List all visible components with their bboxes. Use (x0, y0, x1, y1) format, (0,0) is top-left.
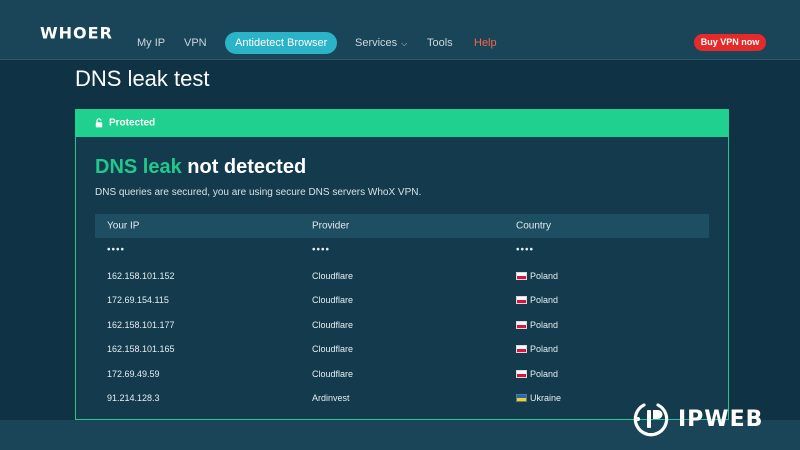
cell-ip: 162.158.101.177 (107, 320, 175, 330)
cell-provider: Cloudflare (312, 320, 354, 330)
poland-flag-icon (516, 321, 527, 329)
result-description: DNS queries are secured, you are using s… (95, 187, 422, 198)
headline-highlight: DNS leak (95, 156, 182, 178)
table-row-masked: •••• •••• •••• (95, 238, 709, 262)
table-row: 172.69.49.59 Cloudflare Poland (95, 362, 709, 386)
nav-my-ip[interactable]: My IP (137, 37, 165, 49)
cell-ip: 172.69.154.115 (107, 295, 169, 305)
table-row: 162.158.101.165 Cloudflare Poland (95, 337, 709, 361)
table-row: 162.158.101.177 Cloudflare Poland (95, 313, 709, 337)
cell-country: Ukraine (516, 393, 561, 403)
country-label: Poland (530, 369, 559, 379)
masked-ip: •••• (107, 244, 126, 256)
ipweb-watermark: IPWEB (630, 398, 763, 440)
poland-flag-icon (516, 345, 527, 353)
nav-help[interactable]: Help (474, 37, 497, 49)
masked-country: •••• (516, 244, 535, 256)
cell-country: Poland (516, 369, 558, 379)
headline-rest: not detected (181, 156, 307, 178)
nav-antidetect-browser[interactable]: Antidetect Browser (225, 32, 338, 54)
country-label: Ukraine (530, 393, 562, 403)
watermark-text: IPWEB (678, 406, 764, 432)
table-header: Your IP Provider Country (95, 214, 709, 238)
buy-vpn-button[interactable]: Buy VPN now (694, 34, 766, 51)
poland-flag-icon (516, 370, 527, 378)
cell-provider: Cloudflare (312, 295, 354, 305)
result-headline: DNS leak not detected (95, 156, 306, 179)
ipweb-logo-icon (633, 403, 669, 437)
cell-ip: 162.158.101.152 (107, 271, 175, 281)
country-label: Poland (530, 344, 559, 354)
poland-flag-icon (516, 272, 527, 280)
nav-services-label: Services (355, 37, 398, 49)
cell-country: Poland (516, 344, 558, 354)
country-label: Poland (530, 271, 559, 281)
table-row: 172.69.154.115 Cloudflare Poland (95, 288, 709, 312)
table-row: 91.214.128.3 Ardinvest Ukraine (95, 386, 709, 410)
cell-country: Poland (516, 271, 558, 281)
chevron-down-icon: ⌵ (401, 39, 408, 48)
lock-icon (95, 118, 103, 128)
top-nav-bar: WHOER My IP VPN Antidetect Browser Servi… (0, 0, 800, 60)
poland-flag-icon (516, 296, 527, 304)
ukraine-flag-icon (516, 394, 527, 402)
status-bar: Protected (75, 109, 729, 137)
masked-provider: •••• (312, 244, 331, 256)
column-header-provider: Provider (312, 220, 350, 232)
nav-tools[interactable]: Tools (427, 37, 453, 49)
country-label: Poland (530, 295, 559, 305)
cell-provider: Cloudflare (312, 271, 354, 281)
cell-ip: 91.214.128.3 (107, 393, 160, 403)
cell-provider: Ardinvest (312, 393, 350, 403)
column-header-country: Country (516, 220, 552, 232)
country-label: Poland (530, 320, 559, 330)
table-row: 162.158.101.152 Cloudflare Poland (95, 264, 709, 288)
status-label: Protected (109, 117, 156, 129)
nav-vpn[interactable]: VPN (184, 37, 207, 49)
cell-country: Poland (516, 295, 558, 305)
cell-provider: Cloudflare (312, 344, 354, 354)
column-header-ip: Your IP (107, 220, 140, 232)
nav-services[interactable]: Services ⌵ (355, 37, 407, 49)
cell-provider: Cloudflare (312, 369, 354, 379)
cell-ip: 172.69.49.59 (107, 369, 160, 379)
page-title: DNS leak test (75, 66, 210, 91)
whoer-logo[interactable]: WHOER (40, 24, 113, 43)
cell-ip: 162.158.101.165 (107, 344, 175, 354)
cell-country: Poland (516, 320, 558, 330)
